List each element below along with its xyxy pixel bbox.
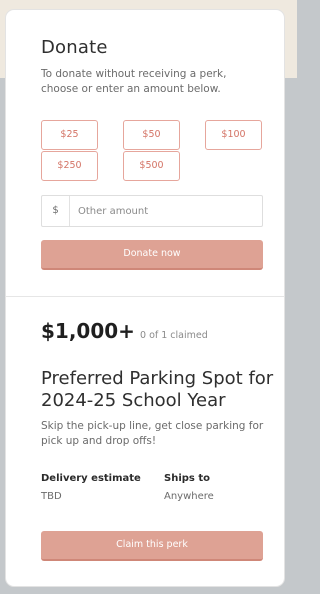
perk-description: Skip the pick-up line, get close parking…: [41, 420, 264, 447]
donate-section: Donate To donate without receiving a per…: [6, 10, 284, 296]
other-amount-input[interactable]: [70, 196, 260, 226]
ships-to-value: Anywhere: [164, 491, 214, 502]
currency-symbol: $: [42, 196, 70, 226]
donate-title: Donate: [41, 37, 108, 58]
amount-button-100[interactable]: $100: [205, 120, 262, 150]
other-amount-field: $: [41, 195, 263, 227]
section-divider: [6, 296, 284, 297]
delivery-estimate-label: Delivery estimate: [41, 473, 141, 484]
delivery-estimate-value: TBD: [41, 491, 62, 502]
amount-button-25[interactable]: $25: [41, 120, 98, 150]
donate-now-button[interactable]: Donate now: [41, 240, 263, 270]
claim-perk-button[interactable]: Claim this perk: [41, 531, 263, 561]
perk-title: Preferred Parking Spot for 2024-25 Schoo…: [41, 368, 274, 411]
donate-subtitle: To donate without receiving a perk, choo…: [41, 68, 227, 95]
amount-button-500[interactable]: $500: [123, 151, 180, 181]
ships-to-label: Ships to: [164, 473, 210, 484]
perk-price: $1,000+: [41, 319, 135, 343]
perk-claimed-count: 0 of 1 claimed: [140, 330, 208, 341]
amount-button-50[interactable]: $50: [123, 120, 180, 150]
donation-card: Donate To donate without receiving a per…: [5, 9, 285, 587]
amount-button-250[interactable]: $250: [41, 151, 98, 181]
